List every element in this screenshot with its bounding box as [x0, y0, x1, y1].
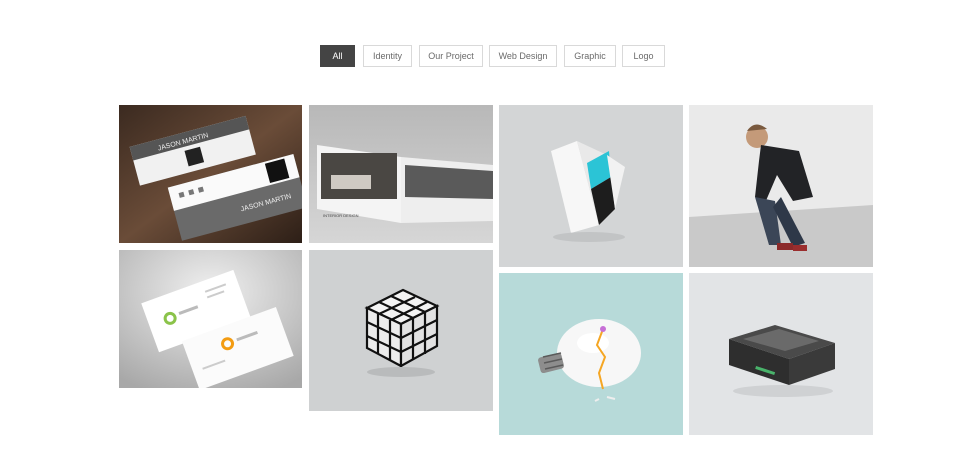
cube-puzzle-image — [309, 250, 493, 411]
portfolio-item-business-card-qr[interactable]: JASON MARTIN JASON MARTIN — [119, 105, 302, 243]
hard-drive-image — [689, 273, 873, 435]
model-photo-image — [689, 105, 873, 267]
business-card-qr-image: JASON MARTIN JASON MARTIN — [119, 105, 302, 243]
trifold-mockup-image — [499, 105, 683, 267]
portfolio-item-model-photo[interactable] — [689, 105, 873, 267]
portfolio-item-business-card-white[interactable] — [119, 250, 302, 388]
portfolio-item-trifold-mockup[interactable] — [499, 105, 683, 267]
brochure-mockup-image: INTERIOR DESIGN — [309, 105, 493, 243]
portfolio-item-hard-drive[interactable] — [689, 273, 873, 435]
portfolio-item-brochure-mockup[interactable]: INTERIOR DESIGN — [309, 105, 493, 243]
egg-bulb-image — [499, 273, 683, 435]
brochure-cover-text: INTERIOR DESIGN — [323, 213, 359, 218]
filter-our-project-button[interactable]: Our Project — [419, 45, 483, 67]
filter-identity-button[interactable]: Identity — [363, 45, 412, 67]
filter-web-design-button[interactable]: Web Design — [489, 45, 557, 67]
filter-logo-button[interactable]: Logo — [622, 45, 665, 67]
business-card-white-image — [119, 250, 302, 388]
filter-graphic-button[interactable]: Graphic — [564, 45, 616, 67]
filter-all-button[interactable]: All — [320, 45, 355, 67]
portfolio-item-egg-bulb[interactable] — [499, 273, 683, 435]
portfolio-item-cube-puzzle[interactable] — [309, 250, 493, 411]
